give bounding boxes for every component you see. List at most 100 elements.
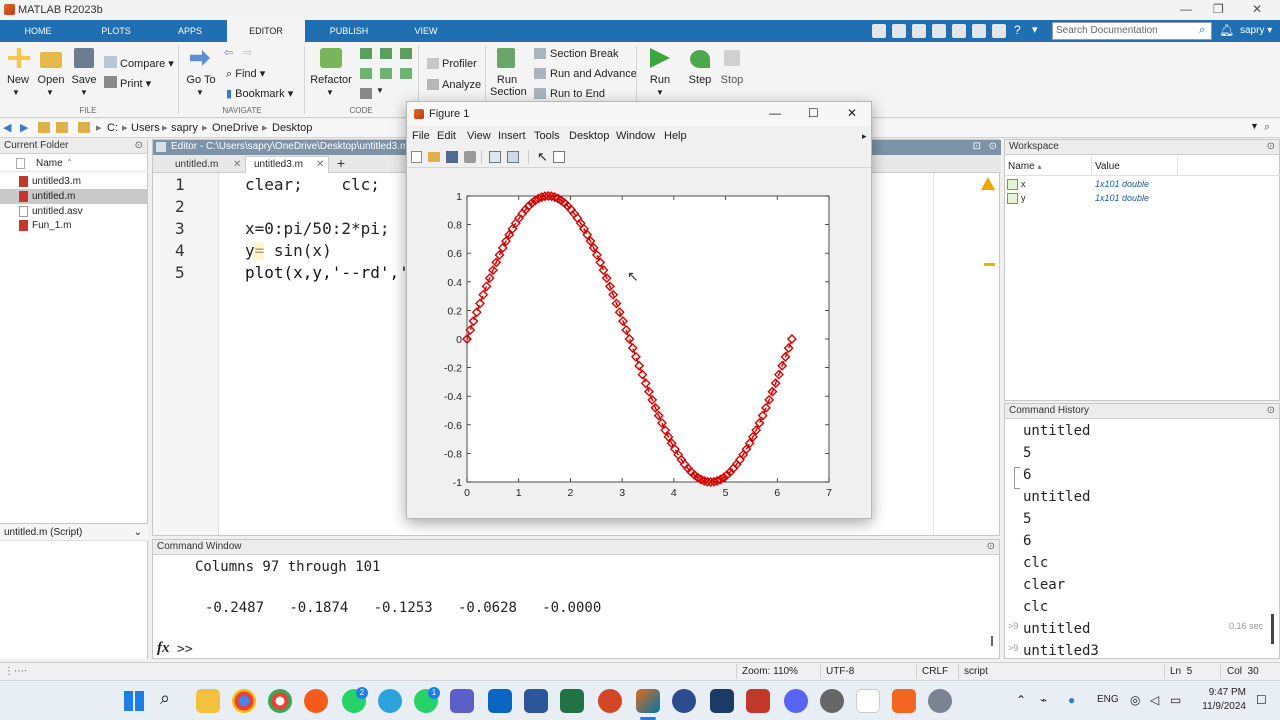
- editor-tab[interactable]: untitled.m ✕: [167, 157, 247, 173]
- tab-close-icon[interactable]: ✕: [233, 157, 241, 172]
- command-prompt[interactable]: >>: [177, 642, 193, 657]
- goto-button[interactable]: Go To: [184, 74, 218, 86]
- tab-home[interactable]: HOME: [16, 20, 60, 42]
- smart-indent-icon[interactable]: [360, 88, 372, 99]
- stop-button[interactable]: Stop: [716, 74, 748, 86]
- col-value[interactable]: Value: [1095, 161, 1120, 172]
- search-taskbar-icon[interactable]: ⌕: [160, 688, 170, 709]
- save-button[interactable]: Save: [70, 74, 98, 86]
- path-segment[interactable]: sapry: [171, 122, 198, 134]
- menu-window[interactable]: Window: [616, 126, 655, 146]
- open-dropdown-icon[interactable]: ▼: [46, 88, 54, 97]
- print-button[interactable]: Print ▾: [120, 77, 151, 90]
- code-line[interactable]: clear; clc;: [245, 174, 380, 196]
- linkedin-icon[interactable]: [488, 689, 512, 713]
- decrease-indent-icon[interactable]: [400, 68, 412, 79]
- warning-marker[interactable]: [984, 263, 995, 266]
- figure-close-icon[interactable]: ✕: [847, 106, 857, 120]
- run-section-button[interactable]: Run Section: [490, 74, 527, 98]
- menu-tools[interactable]: Tools: [534, 126, 560, 146]
- link-plot-icon[interactable]: [489, 151, 501, 163]
- comment-icon[interactable]: [360, 48, 372, 59]
- refactor-button[interactable]: Refactor: [310, 74, 352, 86]
- run-to-end-button[interactable]: Run to End: [550, 88, 605, 100]
- bookmark-button[interactable]: ▮ Bookmark ▾: [226, 87, 293, 100]
- discord-icon[interactable]: [784, 689, 808, 713]
- goto-arrow-icon[interactable]: [190, 50, 210, 66]
- tab-view[interactable]: VIEW: [406, 20, 446, 42]
- name-column[interactable]: Name: [36, 158, 63, 169]
- gear-icon[interactable]: [928, 689, 952, 713]
- goto-dropdown-icon[interactable]: ▼: [196, 88, 204, 97]
- run-and-advance-button[interactable]: Run and Advance: [550, 68, 637, 80]
- windows-start-icon[interactable]: [124, 691, 144, 711]
- path-segment[interactable]: Desktop: [272, 122, 312, 134]
- tab-editor[interactable]: EDITOR: [227, 20, 305, 42]
- chevron-up-icon[interactable]: ⌃: [1016, 693, 1026, 707]
- save-disk-icon[interactable]: [74, 48, 94, 68]
- history-actions-icon[interactable]: ⊙: [1267, 405, 1275, 416]
- warning-icon[interactable]: [981, 177, 995, 190]
- line-ending[interactable]: CRLF: [922, 666, 948, 677]
- notifications-icon[interactable]: ☐: [1256, 693, 1267, 707]
- tab-publish[interactable]: PUBLISH: [324, 20, 374, 42]
- details-panel[interactable]: untitled.m (Script) ⌄: [0, 523, 148, 541]
- panel-actions-icon[interactable]: ⊙: [135, 140, 143, 151]
- cut-icon[interactable]: [892, 24, 906, 38]
- history-item[interactable]: clc: [1023, 552, 1099, 574]
- microphone-icon[interactable]: ●: [1068, 693, 1075, 707]
- clock-time[interactable]: 9:47 PM: [1196, 687, 1246, 698]
- save-dropdown-icon[interactable]: ▼: [80, 88, 88, 97]
- menu-overflow-icon[interactable]: ▸: [862, 126, 867, 146]
- battery-icon[interactable]: ▭: [1170, 693, 1181, 707]
- file-item[interactable]: untitled.asv: [0, 204, 148, 219]
- editor-undock-icon[interactable]: ⊡: [973, 140, 981, 154]
- user-account[interactable]: sapry ▾: [1240, 25, 1272, 36]
- paste-icon[interactable]: [932, 24, 946, 38]
- property-inspector-icon[interactable]: [553, 151, 565, 163]
- history-item[interactable]: 6: [1023, 530, 1099, 552]
- menu-insert[interactable]: Insert: [498, 126, 526, 146]
- history-scrollbar[interactable]: [1271, 614, 1274, 644]
- wrap-comments-icon[interactable]: [360, 68, 372, 79]
- profiler-button[interactable]: Profiler: [442, 58, 477, 70]
- tab-apps[interactable]: APPS: [168, 20, 212, 42]
- save-figure-icon[interactable]: [446, 151, 458, 163]
- menu-desktop[interactable]: Desktop: [569, 126, 609, 146]
- tab-close-icon[interactable]: ✕: [316, 157, 324, 172]
- code-dropdown-icon[interactable]: ▼: [376, 86, 384, 95]
- history-item[interactable]: 6: [1023, 464, 1099, 486]
- network-icon[interactable]: ⌁: [1040, 693, 1047, 707]
- excel-icon[interactable]: [560, 689, 584, 713]
- settings-app-icon[interactable]: [820, 689, 844, 713]
- code-line[interactable]: x=0:pi/50:2*pi;: [245, 218, 390, 240]
- app-icon[interactable]: [672, 689, 696, 713]
- file-item[interactable]: Fun_1.m: [0, 218, 148, 233]
- workspace-actions-icon[interactable]: ⊙: [1267, 141, 1275, 152]
- sine-plot[interactable]: 0 1 2 3 4 5 6 7 1 0.8 0.6 0.4 0.2 0 -0.2 -0.4 -0.6 -0.8 -1: [407, 169, 871, 518]
- edit-plot-arrow-icon[interactable]: ↖: [537, 149, 548, 165]
- fx-function-browser-icon[interactable]: fx: [157, 640, 170, 657]
- history-item[interactable]: 5: [1023, 442, 1099, 464]
- data-brush-icon[interactable]: [507, 151, 519, 163]
- indent-icon[interactable]: [380, 48, 392, 59]
- chrome-profile-icon[interactable]: [268, 689, 292, 713]
- zoom-level[interactable]: Zoom: 110%: [742, 666, 798, 677]
- file-item-selected[interactable]: untitled.m: [0, 189, 148, 204]
- print-figure-icon[interactable]: [464, 151, 476, 163]
- chrome-icon[interactable]: [232, 689, 256, 713]
- volume-icon[interactable]: ◁: [1150, 693, 1159, 707]
- search-folder-icon[interactable]: ⌕: [1264, 121, 1270, 134]
- help-icon[interactable]: ?: [1014, 23, 1021, 37]
- step-button[interactable]: Step: [684, 74, 716, 86]
- col-name[interactable]: Name ▴: [1008, 161, 1041, 172]
- matlab-taskbar-icon[interactable]: [636, 689, 660, 713]
- increase-indent-icon[interactable]: [380, 68, 392, 79]
- stop-icon[interactable]: [724, 50, 740, 66]
- workspace-var-row[interactable]: y 1x101 double: [1005, 192, 1280, 206]
- tab-plots[interactable]: PLOTS: [94, 20, 138, 42]
- path-segment[interactable]: OneDrive: [212, 122, 258, 134]
- workspace-var-row[interactable]: x 1x101 double: [1005, 178, 1280, 192]
- history-item[interactable]: clear: [1023, 574, 1099, 596]
- analyze-button[interactable]: Analyze: [442, 79, 481, 91]
